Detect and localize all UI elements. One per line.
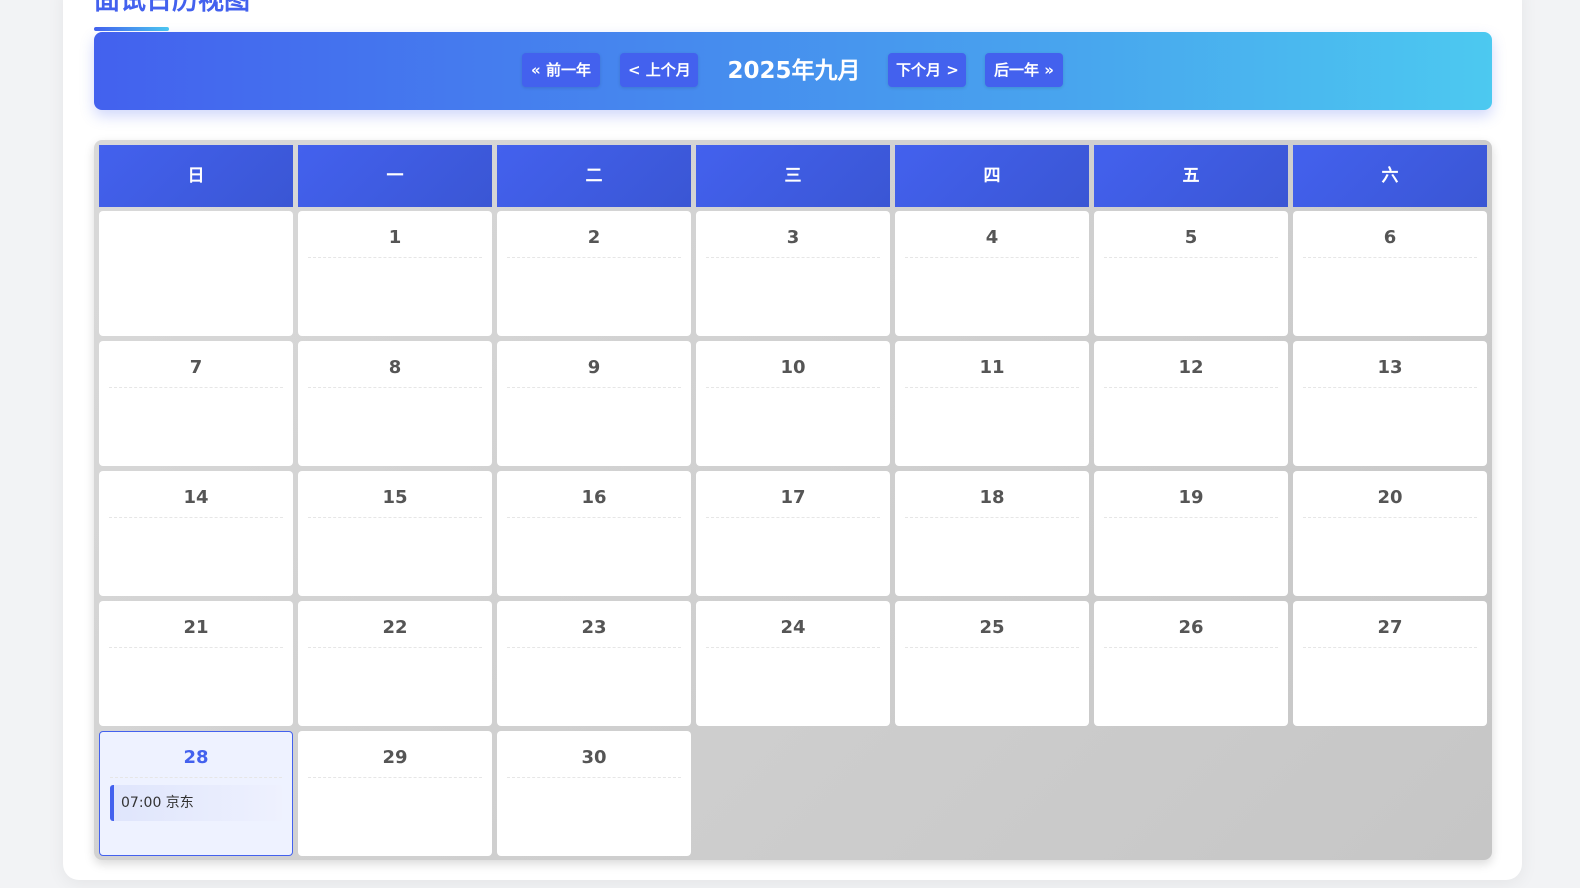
- day-cell[interactable]: 3: [696, 211, 890, 336]
- day-cell[interactable]: 25: [895, 601, 1089, 726]
- day-number: 13: [1303, 355, 1477, 388]
- event-item[interactable]: 07:00 京东: [110, 785, 282, 821]
- day-cell[interactable]: 18: [895, 471, 1089, 596]
- day-number: 6: [1303, 225, 1477, 258]
- day-number-today: 28: [110, 745, 282, 778]
- day-number: 21: [109, 615, 283, 648]
- day-cell[interactable]: 8: [298, 341, 492, 466]
- weekday-thu: 四: [895, 145, 1089, 207]
- day-number: 19: [1104, 485, 1278, 518]
- day-number: 20: [1303, 485, 1477, 518]
- day-number: 5: [1104, 225, 1278, 258]
- day-cell[interactable]: 21: [99, 601, 293, 726]
- day-number: 22: [308, 615, 482, 648]
- day-number: 27: [1303, 615, 1477, 648]
- day-cell[interactable]: 23: [497, 601, 691, 726]
- day-cell[interactable]: 27: [1293, 601, 1487, 726]
- day-cell[interactable]: 2: [497, 211, 691, 336]
- day-number: 26: [1104, 615, 1278, 648]
- prev-year-button[interactable]: « 前一年: [522, 53, 600, 87]
- day-cell[interactable]: 19: [1094, 471, 1288, 596]
- day-number: 14: [109, 485, 283, 518]
- day-cell[interactable]: 11: [895, 341, 1089, 466]
- day-cell[interactable]: 14: [99, 471, 293, 596]
- day-number: 24: [706, 615, 880, 648]
- day-cell[interactable]: 4: [895, 211, 1089, 336]
- weekday-fri: 五: [1094, 145, 1288, 207]
- day-cell[interactable]: 5: [1094, 211, 1288, 336]
- day-cell[interactable]: 17: [696, 471, 890, 596]
- day-cell[interactable]: 10: [696, 341, 890, 466]
- day-number: 4: [905, 225, 1079, 258]
- day-cell[interactable]: 6: [1293, 211, 1487, 336]
- day-cell-empty: [1293, 731, 1487, 856]
- day-number: 11: [905, 355, 1079, 388]
- weekday-sat: 六: [1293, 145, 1487, 207]
- day-number: 29: [308, 745, 482, 778]
- day-number: 9: [507, 355, 681, 388]
- day-cell[interactable]: 12: [1094, 341, 1288, 466]
- next-month-button[interactable]: 下个月 >: [888, 53, 966, 87]
- day-number: 17: [706, 485, 880, 518]
- weekday-wed: 三: [696, 145, 890, 207]
- day-cell[interactable]: 9: [497, 341, 691, 466]
- day-number: 3: [706, 225, 880, 258]
- day-number: 15: [308, 485, 482, 518]
- day-cell[interactable]: 15: [298, 471, 492, 596]
- day-cell[interactable]: 16: [497, 471, 691, 596]
- weekday-mon: 一: [298, 145, 492, 207]
- day-cell[interactable]: 22: [298, 601, 492, 726]
- day-number: 1: [308, 225, 482, 258]
- day-number: 10: [706, 355, 880, 388]
- day-number: 2: [507, 225, 681, 258]
- day-cell[interactable]: 30: [497, 731, 691, 856]
- next-year-button[interactable]: 后一年 »: [985, 53, 1063, 87]
- day-cell-empty: [99, 211, 293, 336]
- day-cell-empty: [696, 731, 890, 856]
- day-cell-empty: [1094, 731, 1288, 856]
- day-cell[interactable]: 1: [298, 211, 492, 336]
- day-number: 23: [507, 615, 681, 648]
- title-underline: [94, 27, 169, 31]
- day-number: 25: [905, 615, 1079, 648]
- days-grid: 1 2 3 4 5 6 7 8 9 10 11 12 13 14 15 16 1…: [99, 211, 1487, 856]
- calendar-grid: 日 一 二 三 四 五 六 1 2 3 4 5 6 7 8 9 10 11 12…: [94, 140, 1492, 860]
- day-cell-today[interactable]: 28 07:00 京东: [99, 731, 293, 856]
- day-cell[interactable]: 26: [1094, 601, 1288, 726]
- day-cell[interactable]: 24: [696, 601, 890, 726]
- day-cell[interactable]: 20: [1293, 471, 1487, 596]
- day-number: 16: [507, 485, 681, 518]
- weekday-header-row: 日 一 二 三 四 五 六: [99, 145, 1487, 207]
- day-number: 7: [109, 355, 283, 388]
- weekday-tue: 二: [497, 145, 691, 207]
- current-month-title: 2025年九月: [727, 58, 861, 84]
- day-cell[interactable]: 7: [99, 341, 293, 466]
- day-cell-empty: [895, 731, 1089, 856]
- day-number: 30: [507, 745, 681, 778]
- day-number: 18: [905, 485, 1079, 518]
- day-number: 12: [1104, 355, 1278, 388]
- day-cell[interactable]: 29: [298, 731, 492, 856]
- weekday-sun: 日: [99, 145, 293, 207]
- day-number: 8: [308, 355, 482, 388]
- day-cell[interactable]: 13: [1293, 341, 1487, 466]
- prev-month-button[interactable]: < 上个月: [620, 53, 698, 87]
- calendar-nav-bar: « 前一年 < 上个月 2025年九月 下个月 > 后一年 »: [94, 32, 1492, 110]
- page-title: 面试日历视图: [94, 0, 251, 16]
